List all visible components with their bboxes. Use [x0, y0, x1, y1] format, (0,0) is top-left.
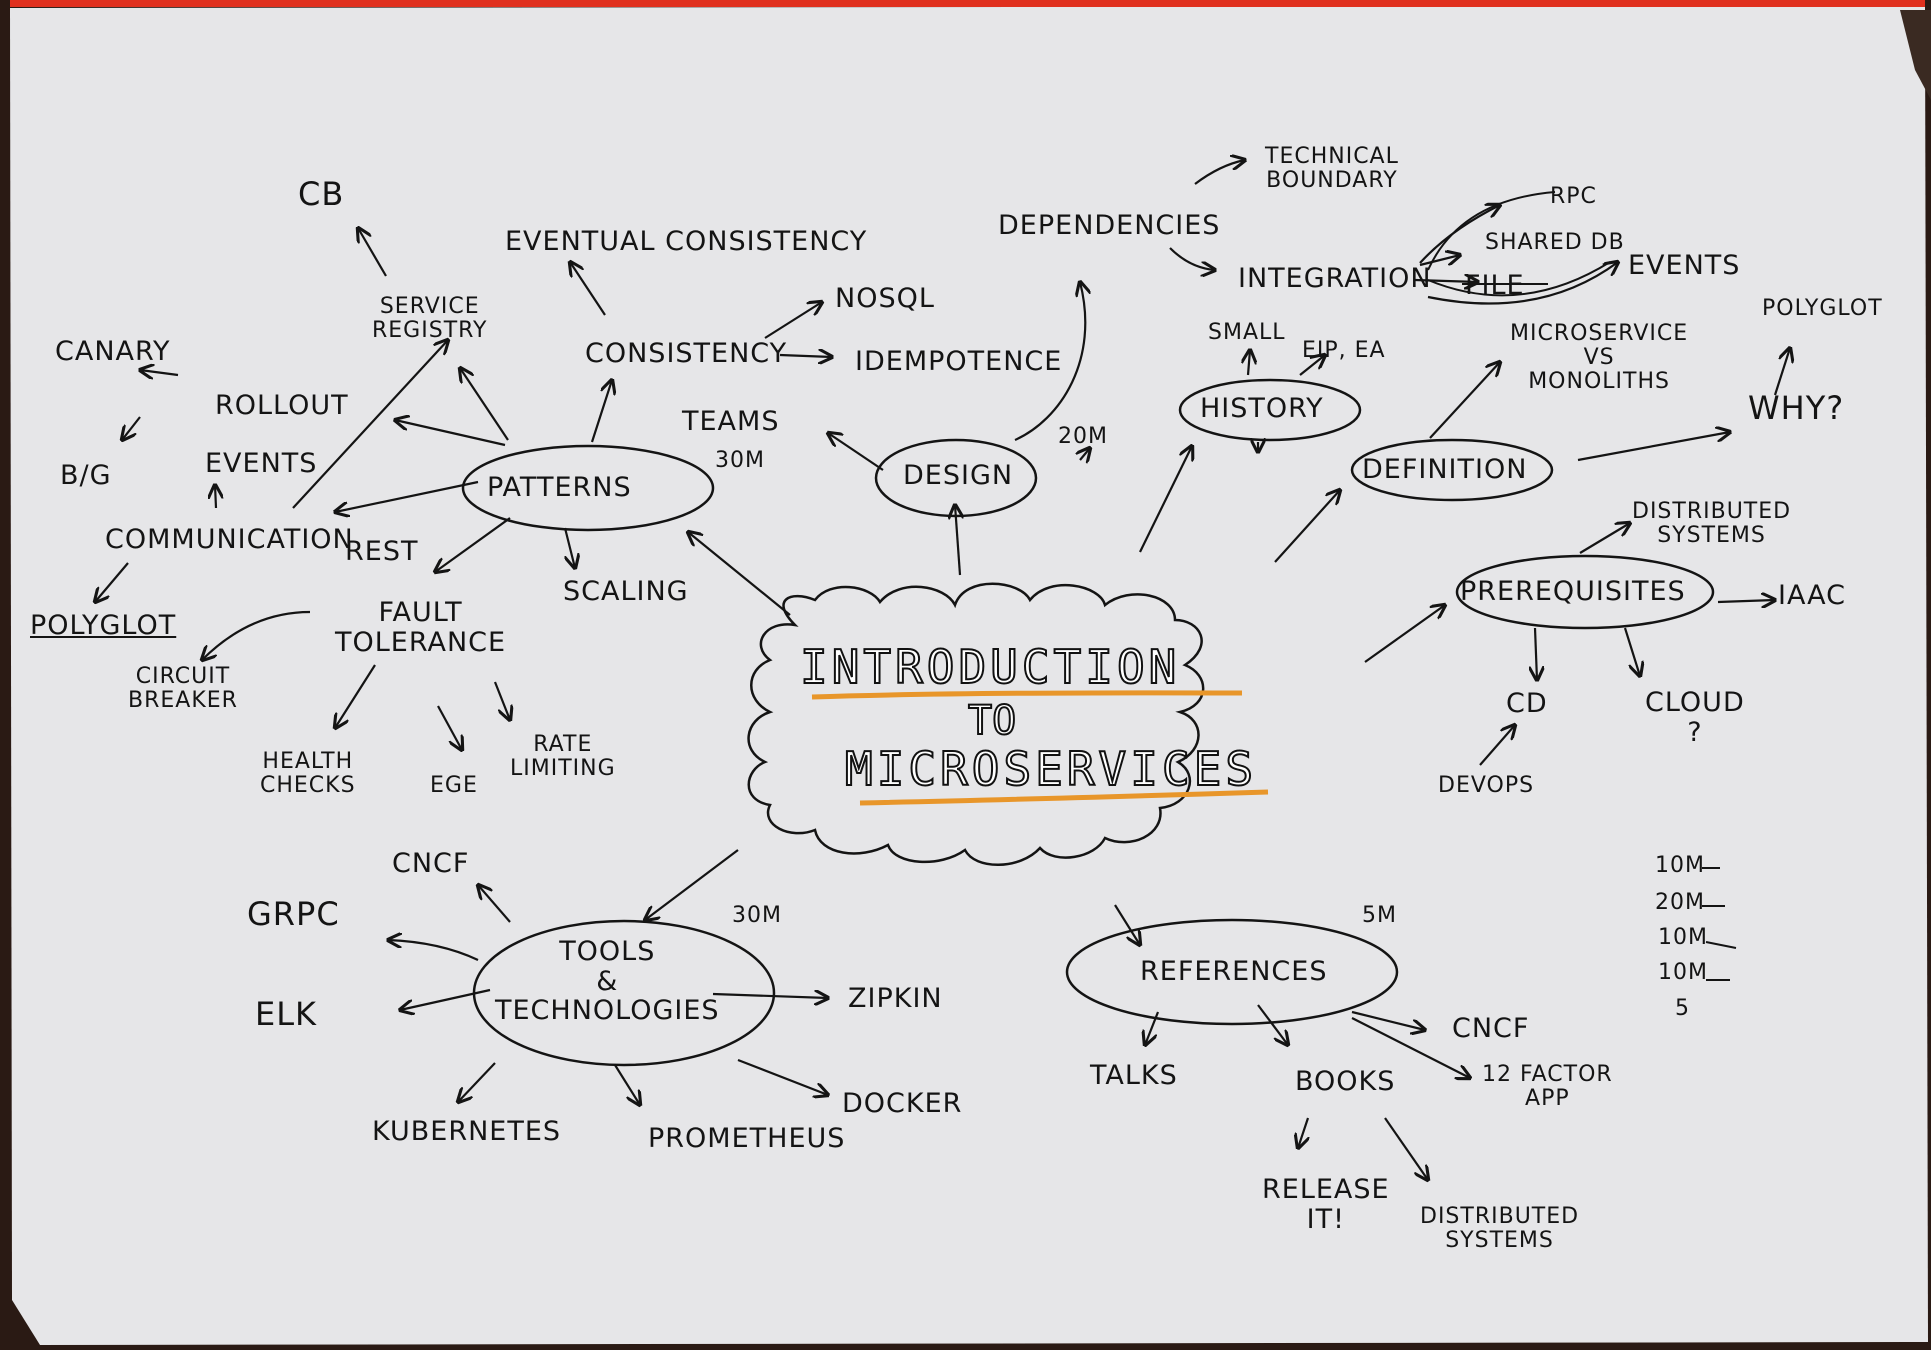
- service-registry-label: SERVICE REGISTRY: [372, 294, 488, 344]
- definition-label: DEFINITION: [1362, 454, 1528, 485]
- dependencies-label: DEPENDENCIES: [998, 210, 1221, 241]
- file-label: FILE: [1465, 270, 1525, 301]
- rollout-label: ROLLOUT: [215, 390, 349, 421]
- eip-ea-label: EIP, EA: [1302, 338, 1386, 363]
- communication-label: COMMUNICATION: [105, 524, 354, 555]
- timing-note-2: 20m: [1655, 890, 1705, 915]
- definition-polyglot-label: POLYGLOT: [1762, 296, 1883, 321]
- fault-tolerance-label: FAULT TOLERANCE: [335, 597, 507, 658]
- timing-note-5: 5: [1675, 996, 1690, 1021]
- technical-boundary-label: TECHNICAL BOUNDARY: [1265, 144, 1399, 194]
- patterns-label: PATTERNS: [487, 472, 632, 503]
- books-label: BOOKS: [1295, 1066, 1396, 1097]
- devops-label: DEVOPS: [1438, 773, 1535, 798]
- prometheus-label: PROMETHEUS: [648, 1123, 846, 1154]
- rate-limiting-label: RATE LIMITING: [510, 732, 616, 782]
- elk-label: ELK: [255, 995, 318, 1033]
- title-line-2: TO: [967, 697, 1017, 745]
- tools-cncf-label: CNCF: [392, 848, 470, 879]
- circuit-breaker-label: CIRCUIT BREAKER: [128, 664, 238, 714]
- timing-note-3: 10m: [1658, 925, 1708, 950]
- consistency-label: CONSISTENCY: [585, 338, 788, 369]
- ms-vs-monoliths-label: MICROSERVICE VS MONOLITHS: [1510, 321, 1689, 395]
- tools-time-label: 30m: [732, 903, 782, 928]
- kubernetes-label: KUBERNETES: [372, 1116, 562, 1147]
- references-time-label: 5m: [1362, 903, 1397, 928]
- title-line-3: MICROSERVICES: [844, 741, 1258, 797]
- small-label: SMALL: [1208, 320, 1286, 345]
- paper-top-edge: [10, 0, 1925, 7]
- references-cncf-label: CNCF: [1452, 1013, 1530, 1044]
- cloud-label: CLOUD ?: [1645, 687, 1745, 748]
- docker-label: DOCKER: [842, 1088, 963, 1119]
- title-line-1: INTRODUCTION: [799, 639, 1181, 695]
- health-checks-label: HEALTH CHECKS: [260, 749, 356, 799]
- rest-label: REST: [345, 536, 419, 567]
- scaling-label: SCALING: [563, 576, 689, 607]
- idempotence-label: IDEMPOTENCE: [855, 346, 1063, 377]
- patterns-time-label: 30m: [715, 448, 765, 473]
- talks-label: TALKS: [1090, 1060, 1178, 1091]
- grpc-label: GRPC: [247, 895, 340, 933]
- twelve-factor-label: 12 FACTOR APP: [1482, 1062, 1613, 1112]
- timing-note-4: 10m: [1658, 960, 1708, 985]
- iaac-label: IAAC: [1778, 580, 1847, 611]
- canary-label: CANARY: [55, 336, 171, 367]
- cd-label: CD: [1506, 688, 1548, 719]
- references-label: REFERENCES: [1140, 956, 1328, 987]
- ege-label: EGE: [430, 773, 478, 798]
- cb-label: CB: [298, 175, 345, 213]
- integration-label: INTEGRATION: [1238, 263, 1432, 294]
- shared-db-label: SHARED DB: [1485, 230, 1625, 255]
- history-label: HISTORY: [1200, 393, 1324, 424]
- release-it-label: RELEASE IT!: [1262, 1174, 1390, 1235]
- nosql-label: NOSQL: [835, 283, 935, 314]
- bg-label: B/G: [60, 460, 112, 491]
- prereq-distributed-systems-label: DISTRIBUTED SYSTEMS: [1632, 499, 1792, 549]
- design-events-label: EVENTS: [1628, 250, 1741, 281]
- ref-distributed-systems-label: DISTRIBUTED SYSTEMS: [1420, 1204, 1580, 1254]
- eventual-consistency-label: EVENTUAL CONSISTENCY: [505, 226, 868, 257]
- zipkin-label: ZIPKIN: [848, 983, 943, 1014]
- tools-label: TOOLS & TECHNOLOGIES: [495, 936, 720, 1027]
- whiteboard: INTRODUCTION TO MICROSERVICES PATTERNS C…: [0, 0, 1931, 1350]
- teams-label: TEAMS: [682, 406, 780, 437]
- timing-note-1: 10m: [1655, 853, 1705, 878]
- polyglot-label: POLYGLOT: [30, 610, 177, 641]
- design-label: DESIGN: [903, 460, 1014, 491]
- prerequisites-label: PREREQUISITES: [1460, 576, 1686, 607]
- rpc-label: RPC: [1550, 184, 1597, 209]
- events-label: EVENTS: [205, 448, 318, 479]
- why-label: WHY?: [1748, 389, 1845, 427]
- design-time-label: 20m: [1058, 424, 1108, 449]
